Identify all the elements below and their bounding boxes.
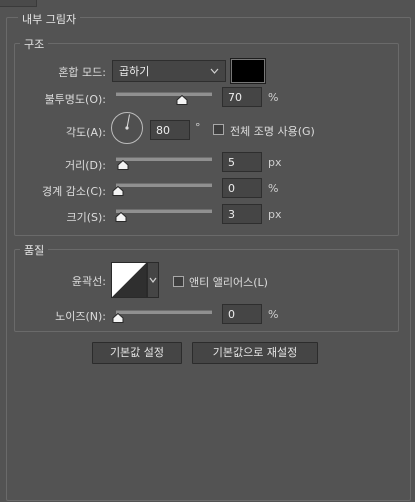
tab-stub	[0, 0, 37, 7]
panel-title: 내부 그림자	[18, 11, 81, 27]
angle-unit: °	[195, 121, 201, 134]
noise-slider-track[interactable]	[116, 310, 212, 314]
blend-mode-label: 혼합 모드:	[58, 66, 106, 79]
opacity-slider-track[interactable]	[116, 92, 212, 96]
distance-input[interactable]: 5	[222, 152, 262, 172]
anti-alias-label: 앤티 앨리어스(L)	[189, 276, 268, 289]
angle-dial[interactable]	[111, 112, 143, 144]
structure-title: 구조	[20, 36, 49, 52]
choke-unit: %	[268, 182, 279, 195]
shadow-color-swatch[interactable]	[230, 58, 266, 84]
size-label: 크기(S):	[66, 211, 106, 224]
choke-input[interactable]: 0	[222, 178, 262, 198]
anti-alias-checkbox[interactable]	[173, 276, 184, 287]
opacity-unit: %	[268, 91, 279, 104]
distance-slider-track[interactable]	[116, 157, 212, 161]
angle-label: 각도(A):	[65, 126, 106, 139]
opacity-input[interactable]: 70	[222, 87, 262, 107]
quality-title: 품질	[20, 242, 49, 258]
blend-mode-value: 곱하기	[119, 65, 150, 78]
contour-dropdown[interactable]	[147, 262, 159, 298]
size-unit: px	[268, 208, 282, 221]
choke-slider-track[interactable]	[116, 183, 212, 187]
opacity-label: 불투명도(O):	[44, 93, 106, 106]
chevron-down-icon	[210, 61, 219, 89]
size-slider-track[interactable]	[116, 209, 212, 213]
choke-label: 경계 감소(C):	[42, 185, 106, 198]
contour-picker[interactable]	[111, 262, 147, 298]
distance-label: 거리(D):	[65, 159, 106, 172]
noise-label: 노이즈(N):	[55, 310, 106, 323]
reset-default-button[interactable]: 기본값으로 재설정	[192, 342, 318, 364]
global-light-label: 전체 조명 사용(G)	[230, 125, 315, 138]
contour-label: 윤곽선:	[71, 275, 106, 288]
chevron-down-icon	[149, 277, 157, 283]
angle-input[interactable]: 80	[150, 120, 190, 140]
noise-input[interactable]: 0	[222, 304, 262, 324]
distance-unit: px	[268, 156, 282, 169]
size-input[interactable]: 3	[222, 204, 262, 224]
make-default-button[interactable]: 기본값 설정	[92, 342, 182, 364]
blend-mode-select[interactable]: 곱하기	[112, 60, 226, 82]
linear-contour-icon	[112, 263, 146, 297]
noise-unit: %	[268, 308, 279, 321]
global-light-checkbox[interactable]	[213, 124, 224, 135]
